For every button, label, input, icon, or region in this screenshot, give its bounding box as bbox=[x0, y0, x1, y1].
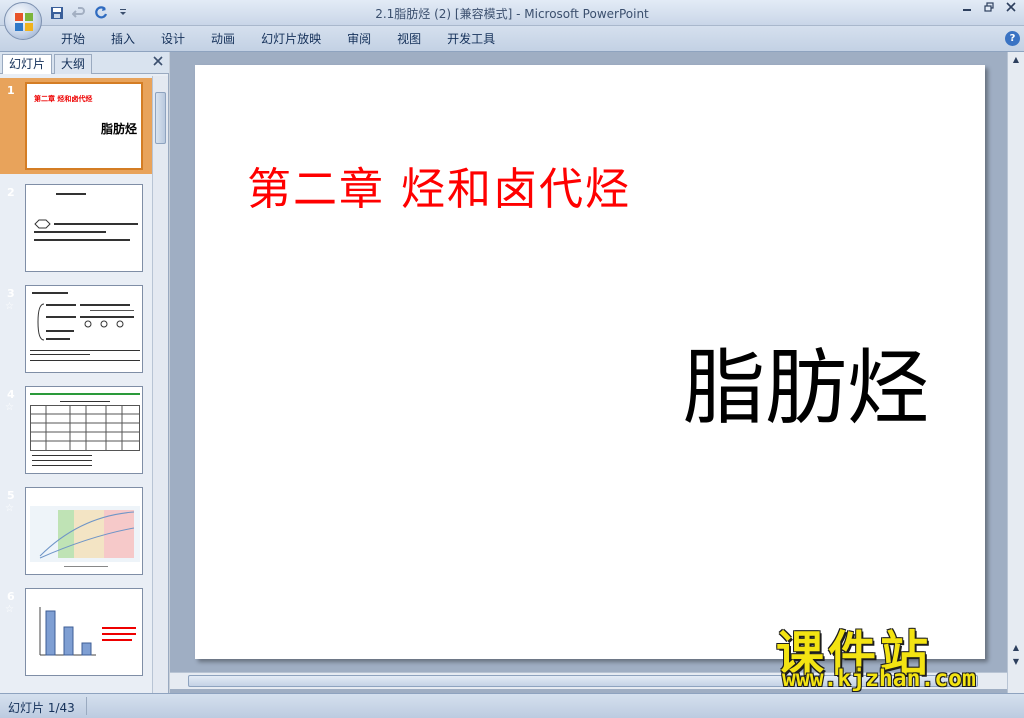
office-button[interactable] bbox=[4, 2, 42, 40]
slide-count-status: 幻灯片 1/43 bbox=[8, 701, 75, 715]
tab-review[interactable]: 审阅 bbox=[334, 30, 384, 48]
restore-icon[interactable] bbox=[982, 2, 996, 16]
window-controls bbox=[960, 2, 1018, 16]
tab-slide-show[interactable]: 幻灯片放映 bbox=[248, 30, 334, 48]
watermark-logo: 课件站 www.kjzhan.com bbox=[770, 614, 1020, 694]
thumbnails-scrollbar[interactable] bbox=[152, 76, 168, 693]
scroll-up-icon[interactable]: ▲ bbox=[1010, 54, 1022, 66]
thumbnail-image bbox=[25, 588, 143, 676]
close-window-icon[interactable] bbox=[1004, 2, 1018, 16]
status-bar: 幻灯片 1/43 bbox=[0, 693, 1024, 718]
thumbnail-image bbox=[25, 184, 143, 272]
slide-thumbnail-1[interactable]: 1 第二章 烃和卤代烃 脂肪烃 bbox=[0, 78, 152, 174]
thumbnail-image bbox=[25, 487, 143, 575]
scrollbar-thumb[interactable] bbox=[155, 92, 166, 144]
slide-number: 3 bbox=[7, 287, 15, 300]
bar-chart-image-icon bbox=[39, 607, 96, 656]
slide-editing-area: 第二章 烃和卤代烃 脂肪烃 ▲ ▲ ▼ bbox=[170, 52, 1024, 693]
tab-home[interactable]: 开始 bbox=[48, 30, 98, 48]
slide-number: 6 bbox=[7, 590, 15, 603]
window-title: 2.1脂肪烃 (2) [兼容模式] - Microsoft PowerPoint bbox=[375, 7, 649, 21]
office-logo-icon bbox=[15, 13, 33, 31]
thumbnail-title: 第二章 烃和卤代烃 bbox=[34, 95, 93, 103]
tab-animations[interactable]: 动画 bbox=[198, 30, 248, 48]
slide-canvas[interactable]: 第二章 烃和卤代烃 脂肪烃 bbox=[195, 65, 985, 659]
benzene-ring-icon bbox=[34, 219, 51, 229]
tab-slides[interactable]: 幻灯片 bbox=[2, 54, 53, 74]
tab-outline[interactable]: 大纲 bbox=[54, 54, 93, 74]
help-icon[interactable]: ? bbox=[1005, 31, 1020, 46]
animation-star-icon[interactable]: ☆ bbox=[5, 604, 14, 615]
minimize-icon[interactable] bbox=[960, 2, 974, 16]
status-divider bbox=[86, 697, 87, 715]
close-icon[interactable] bbox=[153, 54, 163, 70]
panel-tabs: 幻灯片 大纲 bbox=[0, 52, 169, 74]
data-table-icon bbox=[30, 405, 140, 451]
thumbnail-image bbox=[25, 285, 143, 373]
ribbon-tab-bar: 开始 插入 设计 动画 幻灯片放映 审阅 视图 开发工具 ? bbox=[0, 26, 1024, 52]
thumbnail-image: 第二章 烃和卤代烃 脂肪烃 bbox=[25, 82, 143, 170]
slide-number: 5 bbox=[7, 489, 15, 502]
animation-star-icon[interactable]: ☆ bbox=[5, 402, 14, 413]
vertical-scrollbar[interactable]: ▲ ▲ ▼ bbox=[1007, 52, 1024, 693]
classification-diagram-icon bbox=[37, 303, 134, 341]
slide-subtitle[interactable]: 脂肪烃 bbox=[683, 321, 929, 440]
slide-number: 2 bbox=[7, 186, 15, 199]
tab-insert[interactable]: 插入 bbox=[98, 30, 148, 48]
chart-image-icon bbox=[30, 506, 140, 562]
slide-thumbnail-3[interactable]: 3 ☆ bbox=[0, 281, 152, 377]
slide-thumbnail-6[interactable]: 6 ☆ bbox=[0, 584, 152, 680]
thumbnail-subtitle: 脂肪烃 bbox=[101, 122, 138, 136]
slide-thumbnail-2[interactable]: 2 bbox=[0, 180, 152, 276]
tab-view[interactable]: 视图 bbox=[384, 30, 434, 48]
watermark-url: www.kjzhan.com bbox=[782, 666, 976, 692]
animation-star-icon[interactable]: ☆ bbox=[5, 503, 14, 514]
slide-thumbnail-4[interactable]: 4 ☆ bbox=[0, 382, 152, 478]
slide-thumbnails: 1 第二章 烃和卤代烃 脂肪烃 2 3 ☆ 4 ☆ 5 ☆ 6 ☆ bbox=[0, 76, 152, 693]
slides-panel: 幻灯片 大纲 1 第二章 烃和卤代烃 脂肪烃 2 3 ☆ 4 ☆ 5 ☆ 6 ☆ bbox=[0, 52, 169, 693]
title-bar: 2.1脂肪烃 (2) [兼容模式] - Microsoft PowerPoint bbox=[0, 0, 1024, 26]
slide-number: 1 bbox=[7, 84, 15, 97]
tab-design[interactable]: 设计 bbox=[148, 30, 198, 48]
slide-title[interactable]: 第二章 烃和卤代烃 bbox=[247, 153, 631, 217]
thumbnail-image bbox=[25, 386, 143, 474]
animation-star-icon[interactable]: ☆ bbox=[5, 301, 14, 312]
tab-developer[interactable]: 开发工具 bbox=[434, 30, 508, 48]
slide-thumbnail-5[interactable]: 5 ☆ bbox=[0, 483, 152, 579]
slide-number: 4 bbox=[7, 388, 15, 401]
